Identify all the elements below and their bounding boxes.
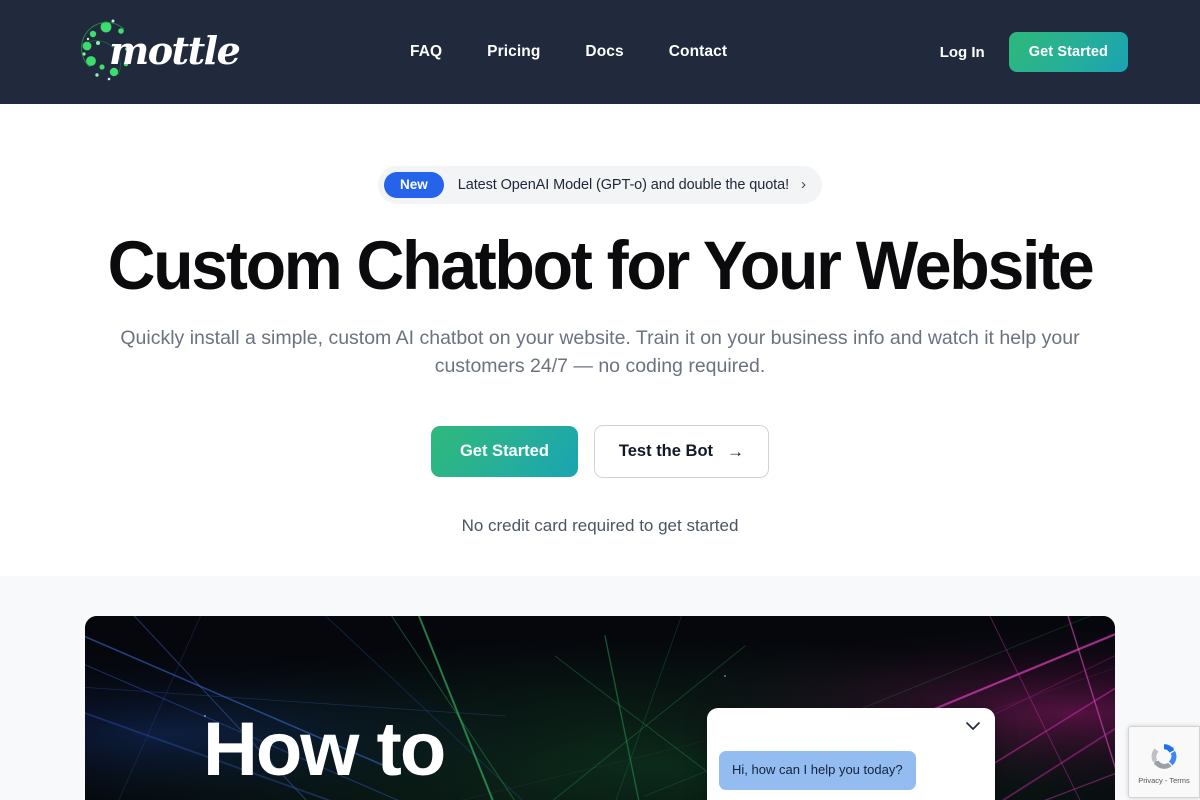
nav-link-contact[interactable]: Contact [669, 43, 727, 61]
test-the-bot-label: Test the Bot [618, 441, 714, 460]
brand-name: mottle [109, 28, 241, 73]
recaptcha-icon [1151, 744, 1177, 769]
main-nav: FAQ Pricing Docs Contact [410, 43, 727, 61]
recaptcha-label: Privacy - Terms [1138, 776, 1190, 785]
demo-section: How to Hi, how can I help you today? [0, 575, 1200, 800]
chat-bot-message: Hi, how can I help you today? [719, 750, 916, 790]
announcement-text: Latest OpenAI Model (GPT-o) and double t… [457, 176, 789, 193]
chevron-down-icon[interactable] [963, 716, 983, 736]
site-header: mottle FAQ Pricing Docs Contact Log In G… [0, 0, 1200, 104]
nav-link-faq[interactable]: FAQ [410, 43, 442, 61]
header-get-started-button[interactable]: Get Started [1008, 32, 1128, 72]
nav-link-pricing[interactable]: Pricing [487, 43, 540, 61]
login-link[interactable]: Log In [940, 44, 985, 61]
header-actions: Log In Get Started [940, 32, 1128, 72]
hero-section: New Latest OpenAI Model (GPT-o) and doub… [0, 104, 1200, 536]
arrow-right-icon: → [727, 441, 745, 461]
logo-home-link[interactable]: mottle [80, 0, 330, 104]
brand-logo: mottle [80, 17, 241, 87]
page-title: Custom Chatbot for Your Website [107, 226, 1095, 304]
test-the-bot-button[interactable]: Test the Bot → [593, 424, 770, 478]
announcement-banner[interactable]: New Latest OpenAI Model (GPT-o) and doub… [378, 166, 822, 204]
no-credit-card-note: No credit card required to get started [461, 515, 739, 535]
new-badge: New [384, 172, 444, 198]
video-overlay-title: How to [203, 706, 446, 792]
chevron-right-icon: › [801, 176, 806, 194]
nav-link-docs[interactable]: Docs [585, 43, 623, 61]
hero-subheadline: Quickly install a simple, custom AI chat… [120, 326, 1080, 377]
chat-widget[interactable]: Hi, how can I help you today? [707, 707, 995, 800]
hero-cta-row: Get Started Test the Bot → [0, 424, 1200, 478]
hero-get-started-button[interactable]: Get Started [430, 425, 578, 477]
recaptcha-badge[interactable]: Privacy - Terms [1128, 726, 1200, 798]
page-root: mottle FAQ Pricing Docs Contact Log In G… [0, 0, 1200, 800]
demo-video-thumbnail[interactable]: How to Hi, how can I help you today? [85, 615, 1115, 800]
